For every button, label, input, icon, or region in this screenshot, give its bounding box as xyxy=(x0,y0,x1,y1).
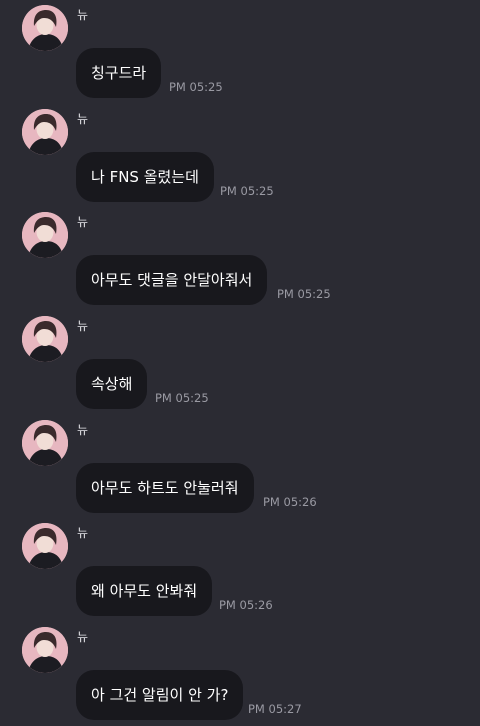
sender-avatar[interactable] xyxy=(22,627,68,673)
message-time: PM 05:25 xyxy=(155,391,209,405)
sender-avatar[interactable] xyxy=(22,5,68,51)
sender-avatar[interactable] xyxy=(22,212,68,258)
message-row: 뉴 속상해 PM 05:25 xyxy=(0,311,480,414)
sender-name: 뉴 xyxy=(77,215,89,229)
message-bubble[interactable]: 아무도 하트도 안눌러줘 xyxy=(76,463,254,513)
message-bubble[interactable]: 칭구드라 xyxy=(76,48,162,98)
sender-name: 뉴 xyxy=(77,8,89,22)
sender-avatar[interactable] xyxy=(22,109,68,155)
message-bubble[interactable]: 왜 아무도 안봐줘 xyxy=(76,566,213,616)
message-row: 뉴 나 FNS 올렸는데 PM 05:25 xyxy=(0,104,480,207)
message-row: 뉴 왜 아무도 안봐줘 PM 05:26 xyxy=(0,518,480,621)
sender-name: 뉴 xyxy=(77,112,89,126)
sender-avatar[interactable] xyxy=(22,420,68,466)
message-time: PM 05:25 xyxy=(220,184,274,198)
message-time: PM 05:27 xyxy=(248,702,302,716)
message-row: 뉴 아 그건 알림이 안 가? PM 05:27 xyxy=(0,622,480,725)
message-bubble[interactable]: 나 FNS 올렸는데 xyxy=(76,152,214,202)
sender-name: 뉴 xyxy=(77,319,89,333)
chat-message-list: 뉴 칭구드라 PM 05:25 뉴 나 FNS 올렸는데 PM 05:25 뉴 xyxy=(0,0,480,726)
sender-name: 뉴 xyxy=(77,423,89,437)
message-time: PM 05:25 xyxy=(169,80,223,94)
message-row: 뉴 아무도 댓글을 안달아줘서 PM 05:25 xyxy=(0,207,480,310)
message-row: 뉴 칭구드라 PM 05:25 xyxy=(0,0,480,103)
message-time: PM 05:26 xyxy=(263,495,317,509)
message-bubble[interactable]: 아 그건 알림이 안 가? xyxy=(76,670,244,720)
message-row: 뉴 아무도 하트도 안눌러줘 PM 05:26 xyxy=(0,415,480,518)
sender-name: 뉴 xyxy=(77,526,89,540)
sender-avatar[interactable] xyxy=(22,316,68,362)
message-time: PM 05:26 xyxy=(219,598,273,612)
sender-name: 뉴 xyxy=(77,630,89,644)
message-bubble[interactable]: 아무도 댓글을 안달아줘서 xyxy=(76,255,268,305)
message-time: PM 05:25 xyxy=(277,287,331,301)
message-bubble[interactable]: 속상해 xyxy=(76,359,148,409)
sender-avatar[interactable] xyxy=(22,523,68,569)
